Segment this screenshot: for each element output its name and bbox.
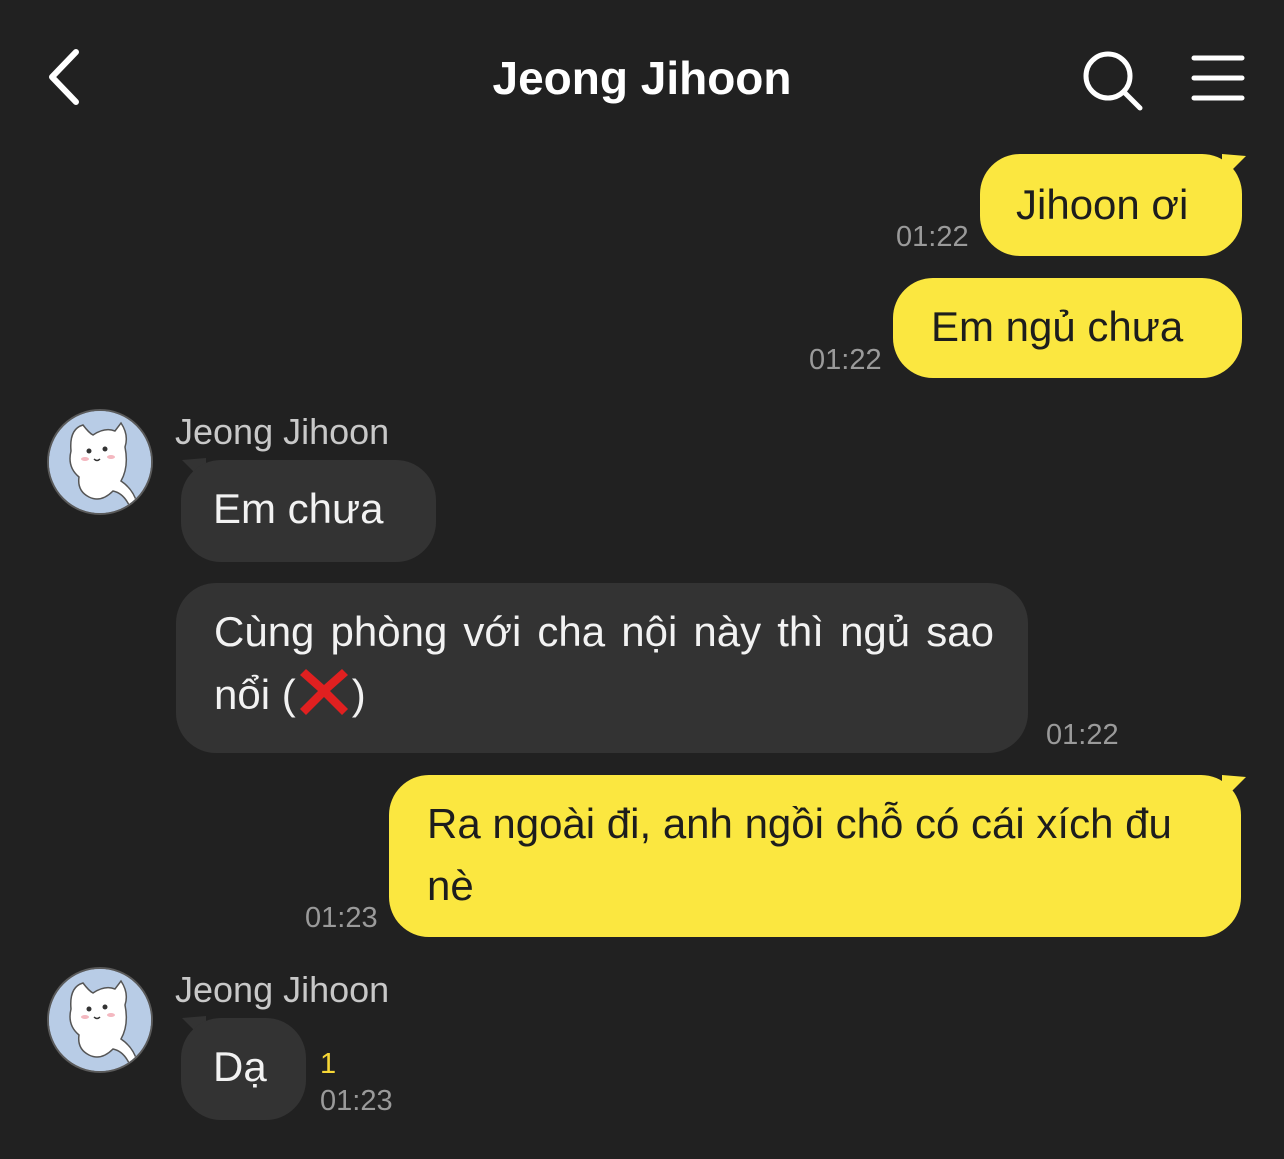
avatar[interactable] — [47, 409, 153, 515]
sender-name: Jeong Jihoon — [175, 969, 390, 1010]
avatar[interactable] — [47, 967, 153, 1073]
back-button[interactable] — [40, 40, 100, 115]
message-time: 01:23 — [320, 1085, 393, 1117]
chevron-left-icon — [49, 49, 79, 105]
my-message-bubble[interactable]: Ra ngoài đi, anh ngồi chỗ có cái xích đu… — [389, 775, 1241, 937]
message-time: 01:22 — [896, 221, 969, 253]
chat-screen: Jeong Jihoon 01:22 Jihoon ơi 01:22 Em ng… — [0, 0, 1284, 1159]
message-text: Jihoon ơi — [1016, 181, 1189, 228]
their-message-bubble[interactable]: Cùng phòng với cha nội này thì ngủ sao n… — [176, 583, 1028, 753]
bubble-tail — [1222, 154, 1246, 180]
unread-count: 1 — [320, 1048, 337, 1080]
message-text: Ra ngoài đi, anh ngồi chỗ có cái xích đu… — [427, 800, 1172, 909]
message-text: Cùng phòng với cha nội này thì ngủ sao n… — [214, 608, 994, 718]
message-text: Em chưa — [213, 485, 384, 532]
menu-button[interactable] — [1188, 52, 1248, 104]
message-time: 01:22 — [809, 344, 882, 376]
message-text: Dạ — [213, 1043, 267, 1090]
search-icon — [1083, 51, 1143, 111]
message-text: Em ngủ chưa — [931, 303, 1184, 350]
message-time: 01:22 — [1046, 719, 1119, 751]
their-message-bubble[interactable]: Dạ — [181, 1018, 306, 1120]
cross-mark-emoji-icon — [299, 669, 348, 715]
chat-header: Jeong Jihoon — [0, 0, 1284, 150]
their-message-bubble[interactable]: Em chưa — [181, 460, 436, 562]
message-time: 01:23 — [305, 902, 378, 934]
my-message-bubble[interactable]: Em ngủ chưa — [893, 278, 1242, 378]
cat-avatar-icon — [49, 411, 151, 513]
sender-name: Jeong Jihoon — [175, 411, 390, 452]
my-message-bubble[interactable]: Jihoon ơi — [980, 154, 1242, 256]
chat-title: Jeong Jihoon — [492, 52, 792, 104]
search-button[interactable] — [1078, 46, 1146, 114]
hamburger-menu-icon — [1191, 55, 1245, 101]
cat-avatar-icon — [49, 969, 151, 1071]
bubble-tail — [1222, 775, 1246, 801]
